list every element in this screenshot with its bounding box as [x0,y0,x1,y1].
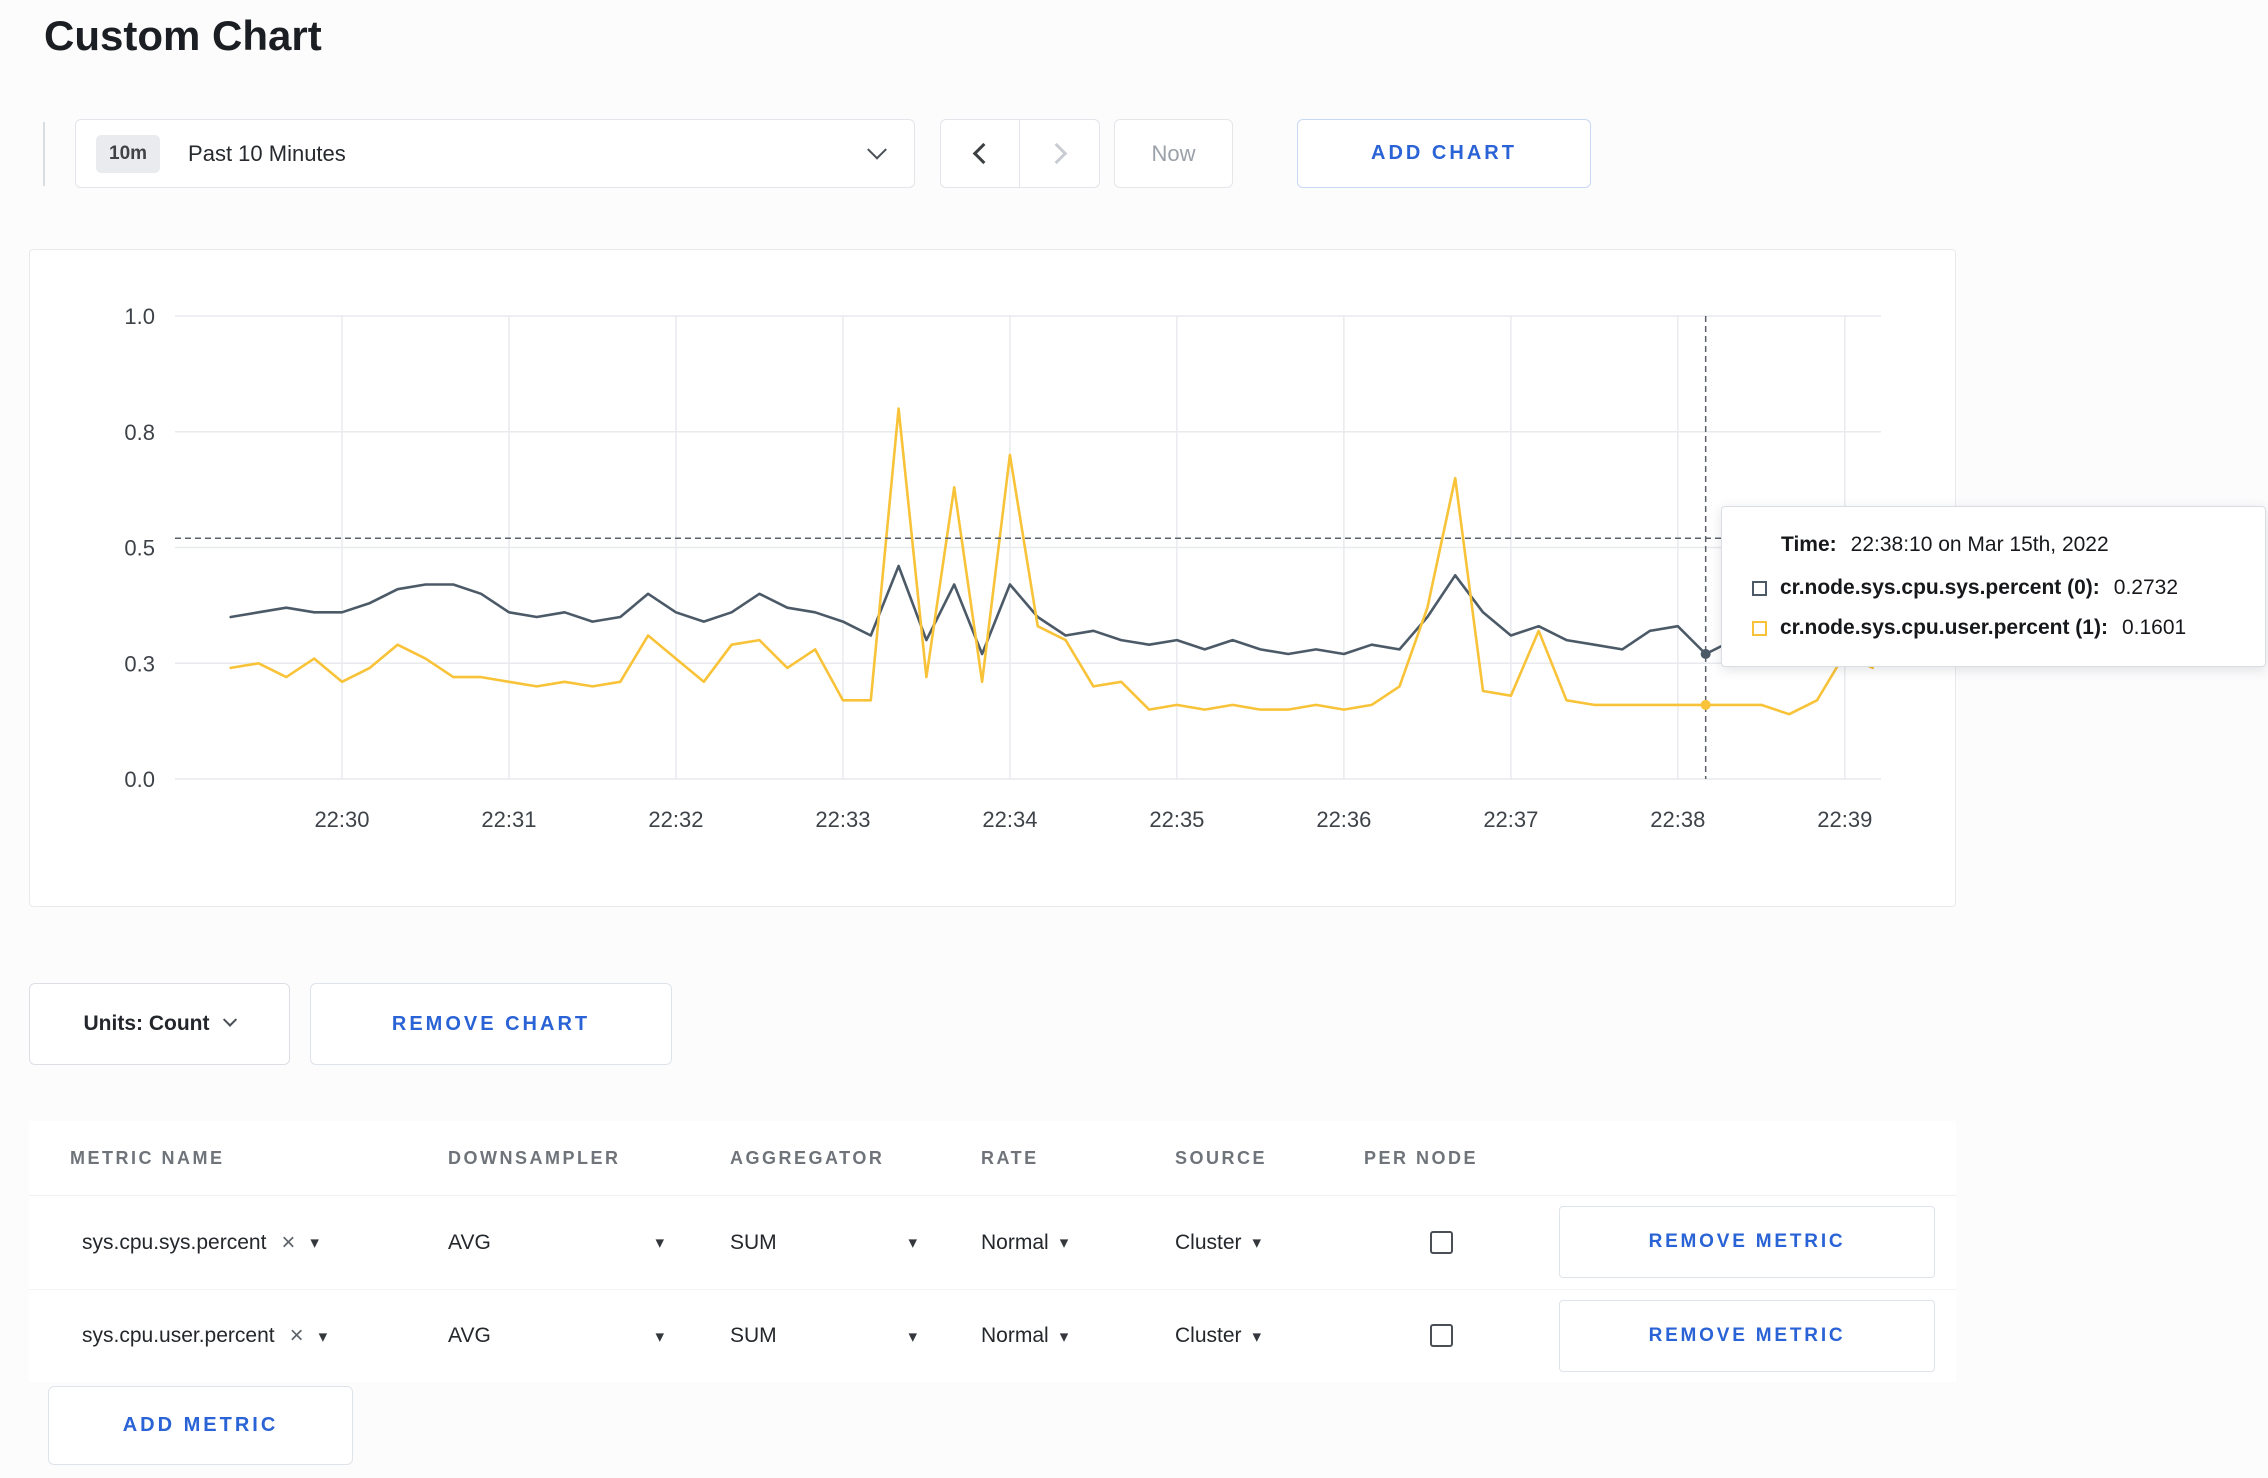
svg-text:0.5: 0.5 [124,536,155,561]
tooltip-series-row: cr.node.sys.cpu.user.percent (1): 0.1601 [1752,616,2235,640]
time-back-button[interactable] [940,119,1020,188]
downsampler-select[interactable]: AVG ▾ [448,1290,664,1382]
aggregator-select[interactable]: SUM ▾ [730,1196,917,1289]
chevron-left-icon [972,142,994,165]
units-label: Units: Count [83,1012,210,1035]
add-chart-button[interactable]: ADD CHART [1297,119,1591,188]
tooltip-time-row: Time: 22:38:10 on Mar 15th, 2022 [1781,533,2235,557]
aggregator-value: SUM [730,1324,777,1347]
series-user-swatch-icon [1752,620,1767,636]
tooltip-series-user-label: cr.node.sys.cpu.user.percent (1): [1780,616,2108,639]
header-per-node: PER NODE [1364,1148,1479,1168]
add-metric-button[interactable]: ADD METRIC [48,1386,353,1465]
clear-icon[interactable]: × [290,1324,304,1348]
aggregator-value: SUM [730,1230,777,1254]
time-forward-button[interactable] [1020,119,1100,188]
svg-text:22:33: 22:33 [815,807,870,832]
metric-name-value: sys.cpu.sys.percent [82,1230,267,1254]
now-button[interactable]: Now [1114,119,1233,188]
time-nav-group [940,119,1100,188]
caret-down-icon: ▾ [908,1326,917,1346]
per-node-checkbox[interactable] [1430,1324,1453,1347]
header-metric-name: METRIC NAME [70,1148,225,1168]
page-title: Custom Chart [44,12,322,59]
rate-value: Normal [981,1324,1049,1347]
time-range-label: Past 10 Minutes [188,140,346,166]
metric-name-select[interactable]: sys.cpu.user.percent × ▾ [82,1290,327,1382]
rate-value: Normal [981,1230,1049,1254]
time-range-badge: 10m [96,134,161,173]
metric-name-value: sys.cpu.user.percent [82,1324,275,1347]
caret-down-icon: ▾ [318,1326,328,1346]
caret-down-icon: ▾ [1059,1233,1069,1252]
remove-metric-button[interactable]: REMOVE METRIC [1559,1300,1935,1372]
tooltip-series-sys-value: 0.2732 [2113,576,2179,599]
caret-down-icon: ▾ [1059,1326,1069,1346]
source-value: Cluster [1175,1230,1242,1254]
toolbar-divider [43,122,45,186]
caret-down-icon: ▾ [655,1233,664,1252]
svg-text:22:31: 22:31 [481,807,536,832]
metrics-table: METRIC NAME DOWNSAMPLER AGGREGATOR RATE … [29,1121,1956,1382]
per-node-checkbox[interactable] [1430,1230,1453,1254]
source-select[interactable]: Cluster ▾ [1175,1196,1261,1289]
metric-name-select[interactable]: sys.cpu.sys.percent × ▾ [82,1196,319,1289]
svg-text:0.8: 0.8 [124,420,155,445]
source-select[interactable]: Cluster ▾ [1175,1290,1261,1382]
svg-text:22:38: 22:38 [1650,807,1705,832]
caret-down-icon: ▾ [655,1326,664,1346]
tooltip-series-row: cr.node.sys.cpu.sys.percent (0): 0.2732 [1752,576,2235,600]
header-rate: RATE [981,1148,1039,1168]
svg-text:22:37: 22:37 [1483,807,1538,832]
downsampler-select[interactable]: AVG ▾ [448,1196,664,1289]
tooltip-series-user-value: 0.1601 [2121,616,2187,639]
downsampler-value: AVG [448,1230,491,1254]
chevron-down-icon [223,1012,238,1027]
tooltip-series-sys-label: cr.node.sys.cpu.sys.percent (0): [1780,576,2100,599]
caret-down-icon: ▾ [1252,1233,1262,1252]
svg-text:0.3: 0.3 [124,651,155,676]
clear-icon[interactable]: × [281,1230,295,1255]
chart-canvas[interactable]: 0.0 0.3 0.5 0.8 1.0 22:30 22:31 22:32 22:33 22:34… [30,250,1954,905]
remove-chart-button[interactable]: REMOVE CHART [310,983,672,1065]
svg-text:1.0: 1.0 [124,304,155,329]
header-source: SOURCE [1175,1148,1268,1168]
svg-text:22:36: 22:36 [1316,807,1371,832]
metric-row: sys.cpu.user.percent × ▾ AVG ▾ SUM ▾ Nor… [29,1289,1956,1382]
metrics-table-header: METRIC NAME DOWNSAMPLER AGGREGATOR RATE … [29,1121,1956,1196]
chart-tooltip: Time: 22:38:10 on Mar 15th, 2022 cr.node… [1721,506,2266,667]
source-value: Cluster [1175,1324,1242,1347]
caret-down-icon: ▾ [908,1233,917,1252]
time-range-select[interactable]: 10m Past 10 Minutes [75,119,915,188]
caret-down-icon: ▾ [310,1233,319,1252]
remove-metric-button[interactable]: REMOVE METRIC [1559,1206,1935,1278]
header-aggregator: AGGREGATOR [730,1148,885,1168]
units-select[interactable]: Units: Count [29,983,290,1065]
rate-select[interactable]: Normal ▾ [981,1290,1068,1382]
svg-text:22:30: 22:30 [314,807,369,832]
svg-text:0.0: 0.0 [124,767,155,792]
aggregator-select[interactable]: SUM ▾ [730,1290,917,1382]
tooltip-time-value: 22:38:10 on Mar 15th, 2022 [1850,533,2109,556]
metric-row: sys.cpu.sys.percent × ▾ AVG ▾ SUM ▾ Norm… [29,1196,1956,1289]
svg-text:22:34: 22:34 [982,807,1037,832]
caret-down-icon: ▾ [1252,1326,1262,1346]
chart-panel: 0.0 0.3 0.5 0.8 1.0 22:30 22:31 22:32 22:33 22:34… [29,249,1956,907]
tooltip-time-label: Time: [1781,533,1837,556]
svg-text:22:32: 22:32 [648,807,703,832]
svg-text:22:35: 22:35 [1149,807,1204,832]
chevron-right-icon [1046,142,1068,165]
series-sys-swatch-icon [1752,580,1767,596]
rate-select[interactable]: Normal ▾ [981,1196,1068,1289]
svg-text:22:39: 22:39 [1817,807,1872,832]
header-downsampler: DOWNSAMPLER [448,1148,621,1168]
downsampler-value: AVG [448,1324,491,1347]
chevron-down-icon [867,139,887,160]
